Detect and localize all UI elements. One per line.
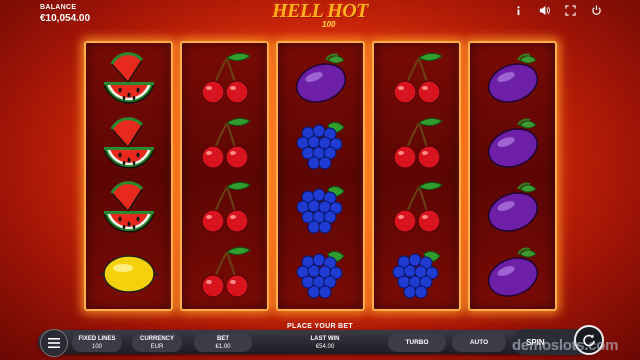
cherry-icon: [194, 50, 256, 108]
fixed-lines-value: 100: [91, 343, 102, 350]
fixed-lines-control[interactable]: FIXED LINES 100: [72, 333, 122, 352]
reel-area: [84, 41, 557, 311]
sound-icon[interactable]: [538, 4, 550, 16]
plum-icon: [482, 115, 544, 173]
bet-label: BET: [217, 335, 229, 342]
watermelon-icon: [98, 115, 160, 173]
logo-title: HELL HOT: [272, 0, 368, 22]
grapes-icon: [386, 244, 448, 302]
balance-value: €10,054.00: [40, 13, 91, 24]
reel-1: [84, 41, 173, 311]
game-logo: HELL HOT 100: [270, 0, 370, 34]
last-win-value: €54.00: [315, 344, 335, 350]
bet-control[interactable]: BET €1.00: [194, 333, 252, 352]
watermark: demoslots.com: [512, 337, 619, 354]
cherry-icon: [194, 244, 256, 302]
logo-subtitle: 100: [322, 20, 336, 29]
grapes-icon: [290, 115, 352, 173]
plum-icon: [482, 179, 544, 237]
cherry-icon: [194, 179, 256, 237]
turbo-button[interactable]: TURBO: [388, 333, 446, 352]
balance-label: BALANCE: [40, 4, 77, 11]
fixed-lines-label: FIXED LINES: [78, 335, 116, 342]
menu-button[interactable]: [40, 329, 68, 357]
reel-4: [372, 41, 461, 311]
watermelon-icon: [98, 50, 160, 108]
currency-control[interactable]: CURRENCY EUR: [132, 333, 182, 352]
grapes-icon: [290, 179, 352, 237]
cherry-icon: [386, 179, 448, 237]
cherry-icon: [386, 50, 448, 108]
reel-2: [180, 41, 269, 311]
plum-icon: [482, 244, 544, 302]
auto-button[interactable]: AUTO: [452, 333, 506, 352]
last-win-label: LAST WIN: [310, 336, 340, 342]
plum-icon: [482, 50, 544, 108]
cherry-icon: [194, 115, 256, 173]
lemon-icon: [98, 244, 160, 302]
top-toolbar: [512, 4, 602, 16]
last-win-display: LAST WIN €54.00: [290, 335, 360, 351]
currency-value: EUR: [150, 343, 164, 350]
power-icon[interactable]: [590, 4, 602, 16]
grapes-icon: [290, 244, 352, 302]
balance-display: BALANCE €10,054.00: [40, 4, 90, 24]
hamburger-icon: [48, 338, 60, 348]
fullscreen-icon[interactable]: [564, 4, 576, 16]
currency-label: CURRENCY: [139, 335, 174, 342]
bet-value: €1.00: [215, 343, 231, 350]
watermelon-icon: [98, 179, 160, 237]
cherry-icon: [386, 115, 448, 173]
reel-3: [276, 41, 365, 311]
reel-5: [468, 41, 557, 311]
plum-icon: [290, 50, 352, 108]
info-icon[interactable]: [512, 4, 524, 16]
